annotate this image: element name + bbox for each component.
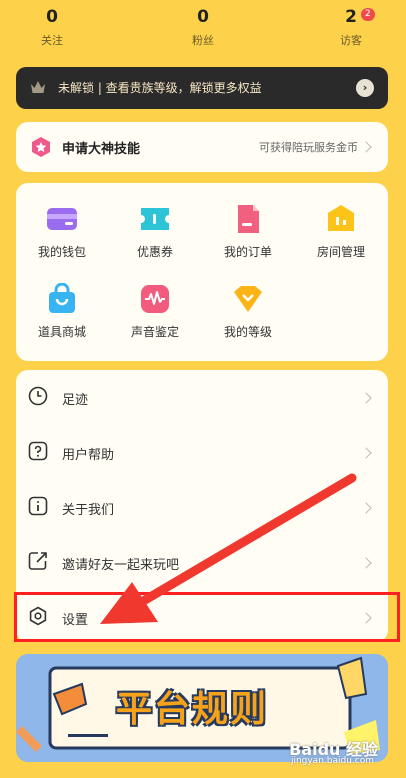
grid-item-coupon[interactable]: 优惠券: [109, 203, 201, 260]
grid-item-label: 我的等级: [223, 325, 272, 339]
stat-visitors-label: 访客: [340, 34, 362, 47]
vip-unlock-bar[interactable]: 未解锁 | 查看贵族等级，解锁更多权益 ›: [16, 67, 388, 109]
visitor-badge: 2: [361, 8, 375, 21]
shopping-bag-icon: [49, 283, 75, 313]
grid-item-orders[interactable]: 我的订单: [202, 203, 294, 260]
chevron-right-icon: [360, 502, 372, 514]
menu-item-label: 用户帮助: [62, 448, 115, 463]
crown-icon: [31, 81, 45, 93]
grid-item-label: 声音鉴定: [130, 325, 179, 339]
grid-item-prop-store[interactable]: 道具商城: [16, 283, 108, 340]
help-icon: [28, 441, 48, 461]
menu-item-invite[interactable]: 邀请好友一起来玩吧: [16, 535, 388, 590]
menu-item-footprints[interactable]: 足迹: [16, 370, 388, 425]
grid-item-label: 优惠券: [136, 245, 173, 259]
stat-visitors-count: 2: [345, 7, 357, 27]
banner-title: 平台规则: [116, 689, 269, 730]
stat-following[interactable]: 0 关注: [12, 6, 92, 48]
grid-item-room-manage[interactable]: 房间管理: [295, 203, 387, 260]
apply-skill-hint: 可获得陪玩服务金币: [259, 141, 358, 154]
skill-badge-icon: [32, 137, 50, 157]
grid-item-label: 房间管理: [316, 245, 365, 259]
settings-highlight-box: [14, 592, 400, 642]
room-manage-icon: [328, 205, 354, 231]
voice-wave-icon: [141, 285, 169, 313]
grid-item-level[interactable]: 我的等级: [202, 283, 294, 340]
order-icon: [238, 205, 259, 233]
menu-item-label: 关于我们: [62, 503, 115, 518]
chevron-right-icon: [360, 557, 372, 569]
stat-following-label: 关注: [41, 34, 63, 47]
arrow-right-icon: ›: [356, 79, 374, 97]
info-icon: [28, 496, 48, 516]
chevron-right-icon: [360, 392, 372, 404]
stat-fans[interactable]: 0 粉丝: [163, 6, 243, 48]
stat-following-count: 0: [46, 7, 58, 27]
menu-item-label: 邀请好友一起来玩吧: [62, 558, 180, 573]
level-icon: [234, 286, 262, 312]
vip-unlock-text: 未解锁 | 查看贵族等级，解锁更多权益: [58, 81, 262, 95]
apply-skill-card[interactable]: 申请大神技能 可获得陪玩服务金币: [16, 122, 388, 172]
grid-item-label: 我的钱包: [37, 245, 86, 259]
share-icon: [28, 552, 47, 570]
chevron-right-icon: [360, 447, 372, 459]
chevron-right-icon: [360, 141, 372, 153]
menu-item-label: 足迹: [62, 393, 89, 408]
grid-item-voice-test[interactable]: 声音鉴定: [109, 283, 201, 340]
stat-fans-label: 粉丝: [192, 34, 214, 47]
baidu-watermark-url: jingyan.baidu.com: [290, 756, 374, 766]
clock-icon: [28, 386, 48, 406]
wallet-icon: [47, 208, 77, 230]
coupon-icon: [141, 208, 169, 230]
apply-skill-title: 申请大神技能: [62, 142, 141, 157]
stat-fans-count: 0: [197, 7, 209, 27]
menu-item-about[interactable]: 关于我们: [16, 480, 388, 535]
stat-visitors[interactable]: 2 2 访客: [311, 6, 391, 48]
menu-item-help[interactable]: 用户帮助: [16, 425, 388, 480]
grid-item-label: 道具商城: [37, 325, 86, 339]
grid-item-label: 我的订单: [223, 245, 272, 259]
feature-grid: 我的钱包 优惠券 我的订单 房间管理 道具商城 声音鉴定 我的等级: [16, 183, 388, 361]
grid-item-wallet[interactable]: 我的钱包: [16, 203, 108, 260]
stats-row: 0 关注 0 粉丝 2 2 访客: [0, 0, 406, 58]
